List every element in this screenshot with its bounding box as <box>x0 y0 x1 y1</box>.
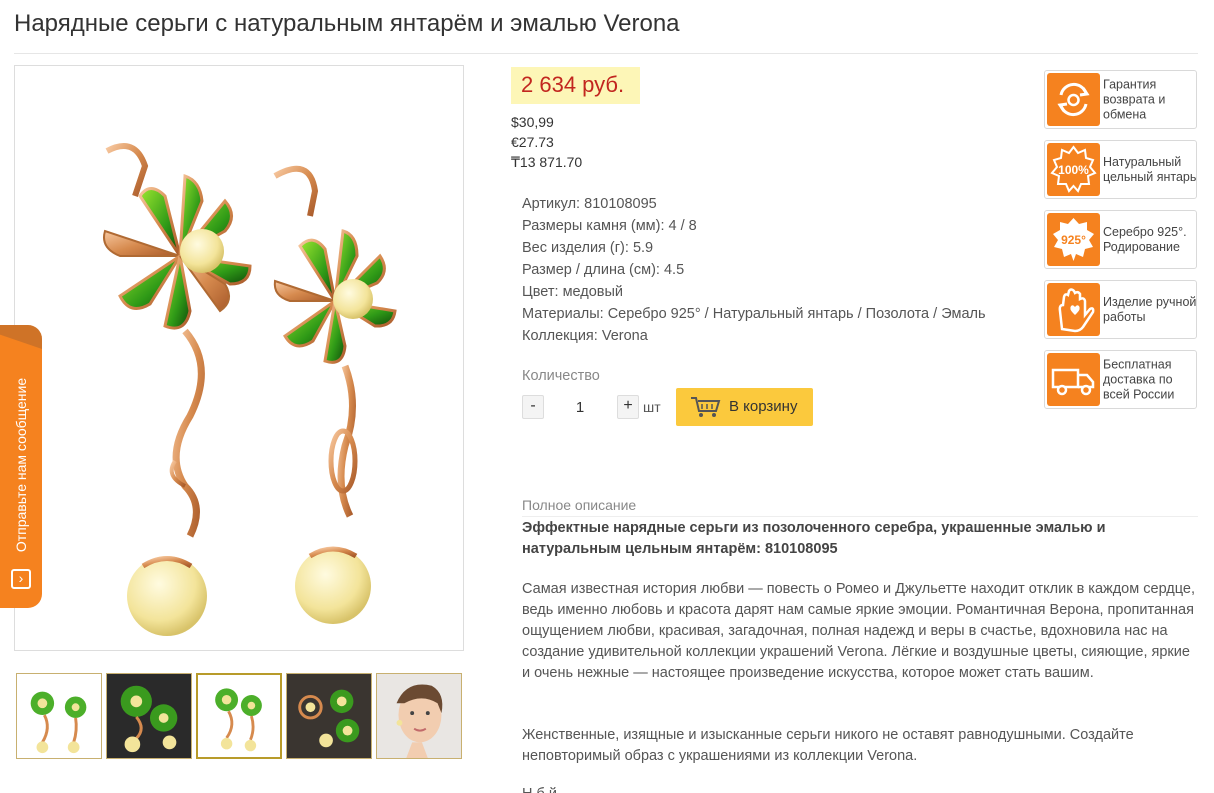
spec-label: Артикул: <box>522 196 581 212</box>
badge-label: Изделие ручной работы <box>1103 294 1197 324</box>
spec-label: Материалы: <box>522 306 604 322</box>
badge-exchange: Гарантия возврата и обмена <box>1044 70 1197 129</box>
badge-silver-925: 925° Серебро 925°. Родирование <box>1044 210 1197 269</box>
thumbnail-4[interactable] <box>286 673 372 759</box>
spec-article: Артикул: 810108095 <box>522 193 986 215</box>
spec-value: 4.5 <box>663 262 685 278</box>
badge-label: Серебро 925°. Родирование <box>1103 224 1187 254</box>
spec-collection: Коллекция: Verona <box>522 325 986 347</box>
badge-label: Бесплатная доставка по всей России <box>1103 357 1175 401</box>
spec-value: 810108095 <box>584 196 657 212</box>
thumbnail-3[interactable] <box>196 673 282 759</box>
badge-free-delivery: Бесплатная доставка по всей России <box>1044 350 1197 409</box>
thumbnail-1[interactable] <box>16 673 102 759</box>
100-percent-icon: 100% <box>1047 143 1100 196</box>
spec-value: 5.9 <box>632 240 654 256</box>
delivery-truck-icon <box>1047 353 1100 406</box>
main-product-image[interactable] <box>14 65 464 651</box>
quantity-label: Количество <box>522 368 600 384</box>
quantity-input[interactable] <box>548 395 612 419</box>
spec-value: Verona <box>601 328 648 344</box>
alt-prices: $30,99 €27.73 ₸13 871.70 <box>511 112 582 172</box>
spec-value: 4 / 8 <box>668 218 697 234</box>
badge-label: Гарантия возврата и обмена <box>1103 77 1166 121</box>
spec-value: медовый <box>562 284 624 300</box>
thumbnail-5[interactable] <box>376 673 462 759</box>
quantity-decrease-button[interactable]: - <box>522 395 544 419</box>
price-eur: €27.73 <box>511 134 554 150</box>
feedback-tab[interactable]: Отправьте нам сообщение › <box>0 325 42 608</box>
description-paragraph-cut: Н б й <box>522 784 1202 793</box>
price-kzt: ₸13 871.70 <box>511 154 583 170</box>
badge-icon-text: 100% <box>1058 163 1089 177</box>
add-to-cart-button[interactable]: В корзину <box>676 388 813 426</box>
quantity-increase-button[interactable]: + <box>617 395 639 419</box>
thumbnail-2[interactable] <box>106 673 192 759</box>
spec-label: Коллекция: <box>522 328 598 344</box>
description-heading: Эффектные нарядные серьги из позолоченно… <box>522 520 1106 557</box>
description-paragraph: Самая известная история любви — повесть … <box>522 581 1195 681</box>
spec-color: Цвет: медовый <box>522 281 986 303</box>
spec-value: Серебро 925° / Натуральный янтарь / Позо… <box>607 306 986 322</box>
cart-icon <box>691 397 721 417</box>
badge-natural-amber: 100% Натуральный цельный янтарь <box>1044 140 1197 199</box>
spec-weight: Вес изделия (г): 5.9 <box>522 237 986 259</box>
feedback-label: Отправьте нам сообщение <box>13 377 29 553</box>
spec-materials: Материалы: Серебро 925° / Натуральный ян… <box>522 303 986 325</box>
badge-handmade: Изделие ручной работы <box>1044 280 1197 339</box>
price-usd: $30,99 <box>511 114 554 130</box>
description-divider <box>522 516 1198 517</box>
description-paragraph: Женственные, изящные и изысканные серьги… <box>522 727 1134 764</box>
silver-925-icon: 925° <box>1047 213 1100 266</box>
spec-label: Размер / длина (см): <box>522 262 660 278</box>
spec-label: Размеры камня (мм): <box>522 218 665 234</box>
product-specs: Артикул: 810108095 Размеры камня (мм): 4… <box>522 193 986 347</box>
spec-label: Цвет: <box>522 284 559 300</box>
page-title: Нарядные серьги с натуральным янтарём и … <box>14 10 680 37</box>
quantity-unit: шт <box>643 399 661 415</box>
spec-length: Размер / длина (см): 4.5 <box>522 259 986 281</box>
description-section-label: Полное описание <box>522 497 637 513</box>
title-divider <box>14 53 1198 54</box>
badge-icon-text: 925° <box>1061 233 1086 247</box>
badge-label: Натуральный цельный янтарь <box>1103 154 1197 184</box>
spec-stone-size: Размеры камня (мм): 4 / 8 <box>522 215 986 237</box>
add-to-cart-label: В корзину <box>729 398 798 415</box>
hand-heart-icon <box>1047 283 1100 336</box>
chevron-right-icon: › <box>11 569 31 589</box>
spec-label: Вес изделия (г): <box>522 240 629 256</box>
exchange-icon <box>1047 73 1100 126</box>
price: 2 634 руб. <box>511 67 640 104</box>
